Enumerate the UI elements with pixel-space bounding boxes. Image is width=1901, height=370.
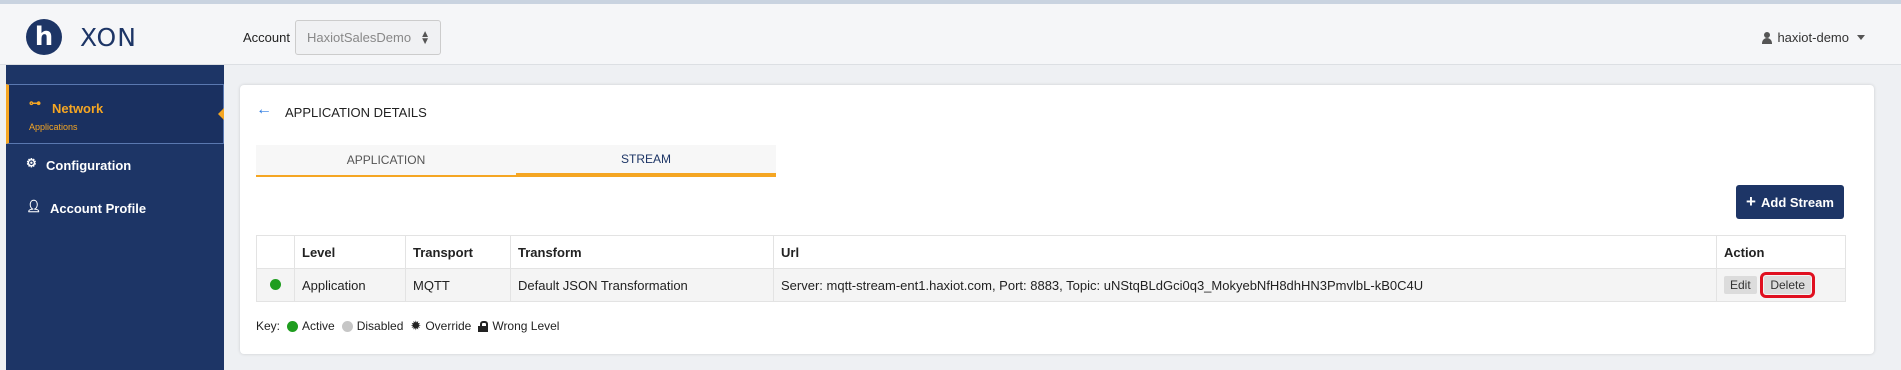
key-item-label: Override — [425, 319, 472, 333]
chevron-down-icon — [1857, 35, 1865, 40]
logo-mark: h — [26, 19, 62, 55]
logo[interactable]: h XON — [26, 19, 137, 55]
sidebar-item-network[interactable]: ⊶ Network Applications — [6, 84, 224, 144]
key-label: Key: — [256, 319, 281, 333]
edit-button[interactable]: Edit — [1724, 276, 1757, 294]
delete-button[interactable]: Delete — [1760, 272, 1815, 298]
account-label: Account — [243, 30, 290, 45]
disabled-dot-icon — [341, 320, 353, 332]
sidebar-item-label: Network — [52, 101, 104, 116]
user-menu[interactable]: haxiot-demo — [1762, 30, 1865, 45]
sidebar-item-account-profile[interactable]: 👤︎ Account Profile — [6, 194, 224, 222]
key-item-label: Disabled — [356, 319, 404, 333]
back-arrow-icon[interactable]: ← — [256, 101, 272, 119]
logo-text: XON — [80, 22, 137, 52]
url-cell: Server: mqtt-stream-ent1.haxiot.com, Por… — [773, 268, 1717, 302]
override-burst-icon: ✹ — [410, 318, 422, 333]
plus-icon: + — [1746, 192, 1756, 211]
tab-stream[interactable]: STREAM — [516, 145, 776, 177]
key-item-label: Wrong Level — [492, 319, 560, 333]
sidebar-item-label: Configuration — [46, 158, 132, 173]
column-header-status — [256, 235, 295, 269]
sidebar-item-configuration[interactable]: ⚙ Configuration — [6, 151, 224, 179]
account-select[interactable]: HaxiotSalesDemo ▲ ▼ — [295, 20, 441, 55]
key-item-disabled: Disabled — [341, 319, 404, 333]
user-icon — [1762, 31, 1773, 44]
add-stream-label: Add Stream — [1760, 194, 1834, 210]
sidebar-item-label: Account Profile — [50, 201, 147, 216]
sidebar-subitem-applications[interactable]: Applications — [29, 122, 78, 132]
active-dot-icon — [287, 320, 299, 332]
level-cell: Application — [294, 268, 406, 302]
table-header-row: Level Transport Transform Url Action — [256, 235, 1846, 269]
column-header-action: Action — [1716, 235, 1846, 269]
tab-application[interactable]: APPLICATION — [256, 145, 516, 177]
sort-caret-icon: ▲ ▼ — [420, 29, 430, 47]
tabs: APPLICATION STREAM — [256, 145, 776, 177]
column-header-transform: Transform — [510, 235, 774, 269]
key-item-wrong-level: Wrong Level — [478, 319, 559, 333]
user-icon: 👤︎ — [26, 199, 42, 213]
network-icon: ⊶ — [29, 96, 41, 110]
application-details-card: ← APPLICATION DETAILS APPLICATION STREAM… — [240, 85, 1874, 354]
streams-table: Level Transport Transform Url Action App… — [256, 235, 1846, 302]
action-cell: Edit Delete — [1716, 268, 1846, 302]
user-name: haxiot-demo — [1777, 30, 1849, 45]
transport-cell: MQTT — [405, 268, 511, 302]
lock-icon — [478, 320, 489, 332]
status-active-icon — [270, 278, 281, 290]
key-item-label: Active — [302, 319, 335, 333]
add-stream-button[interactable]: + Add Stream — [1736, 185, 1844, 219]
column-header-url: Url — [773, 235, 1717, 269]
status-key: Key: Active Disabled ✹ Override Wrong Lev… — [256, 318, 559, 334]
key-item-override: ✹ Override — [410, 318, 471, 334]
column-header-transport: Transport — [405, 235, 511, 269]
sidebar: ⊶ Network Applications ⚙ Configuration 👤… — [6, 65, 224, 370]
app-header: h XON Account HaxiotSalesDemo ▲ ▼ haxiot-… — [0, 4, 1901, 65]
gear-icon: ⚙ — [26, 156, 37, 170]
key-item-active: Active — [287, 319, 335, 333]
transform-cell: Default JSON Transformation — [510, 268, 774, 302]
table-row: Application MQTT Default JSON Transforma… — [256, 268, 1846, 302]
page-title: APPLICATION DETAILS — [285, 105, 427, 120]
column-header-level: Level — [294, 235, 406, 269]
status-cell — [256, 268, 295, 302]
account-select-value: HaxiotSalesDemo — [307, 30, 412, 45]
